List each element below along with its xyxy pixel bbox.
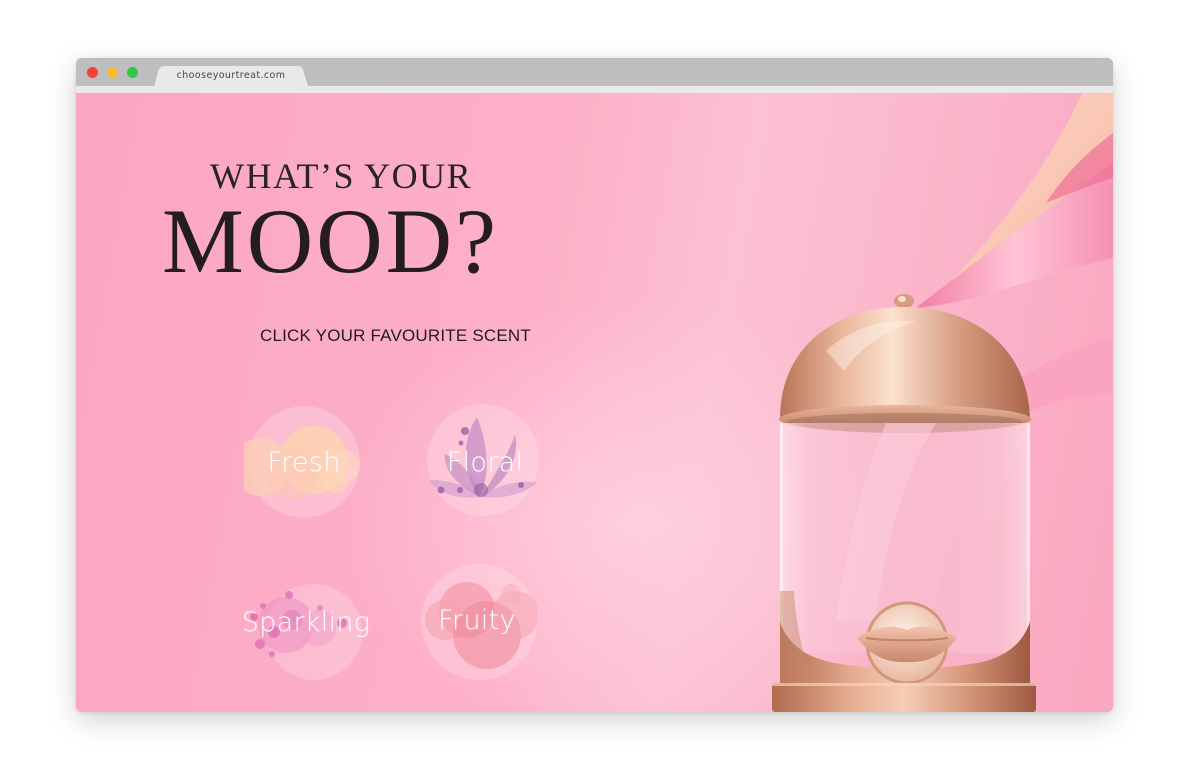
dispenser-jar — [772, 294, 1036, 712]
minimize-window-button[interactable] — [107, 67, 118, 78]
toolbar-divider — [76, 86, 1113, 93]
scent-label-sparkling: Sparkling — [241, 606, 371, 638]
browser-tab[interactable]: chooseyourtreat.com — [163, 66, 299, 86]
scent-button-fruity[interactable]: Fruity — [417, 560, 537, 680]
title-line-2: MOOD? — [162, 190, 499, 292]
close-window-button[interactable] — [87, 67, 98, 78]
subtitle: CLICK YOUR FAVOURITE SCENT — [260, 326, 531, 345]
browser-toolbar: chooseyourtreat.com — [76, 58, 1113, 86]
scent-label-floral: Floral — [446, 446, 524, 478]
scent-label-fruity: Fruity — [438, 604, 516, 636]
scent-label-fresh: Fresh — [267, 446, 341, 478]
scent-button-floral[interactable]: Floral — [425, 402, 545, 522]
maximize-window-button[interactable] — [127, 67, 138, 78]
scent-button-fresh[interactable]: Fresh — [244, 402, 364, 522]
browser-window: chooseyourtreat.com WHAT’S YOUR MOOD? CL… — [76, 58, 1113, 712]
landing-page: WHAT’S YOUR MOOD? CLICK YOUR FAVOURITE S… — [76, 93, 1113, 712]
tab-url: chooseyourtreat.com — [176, 70, 286, 81]
scent-button-sparkling[interactable]: Sparkling — [241, 562, 371, 682]
